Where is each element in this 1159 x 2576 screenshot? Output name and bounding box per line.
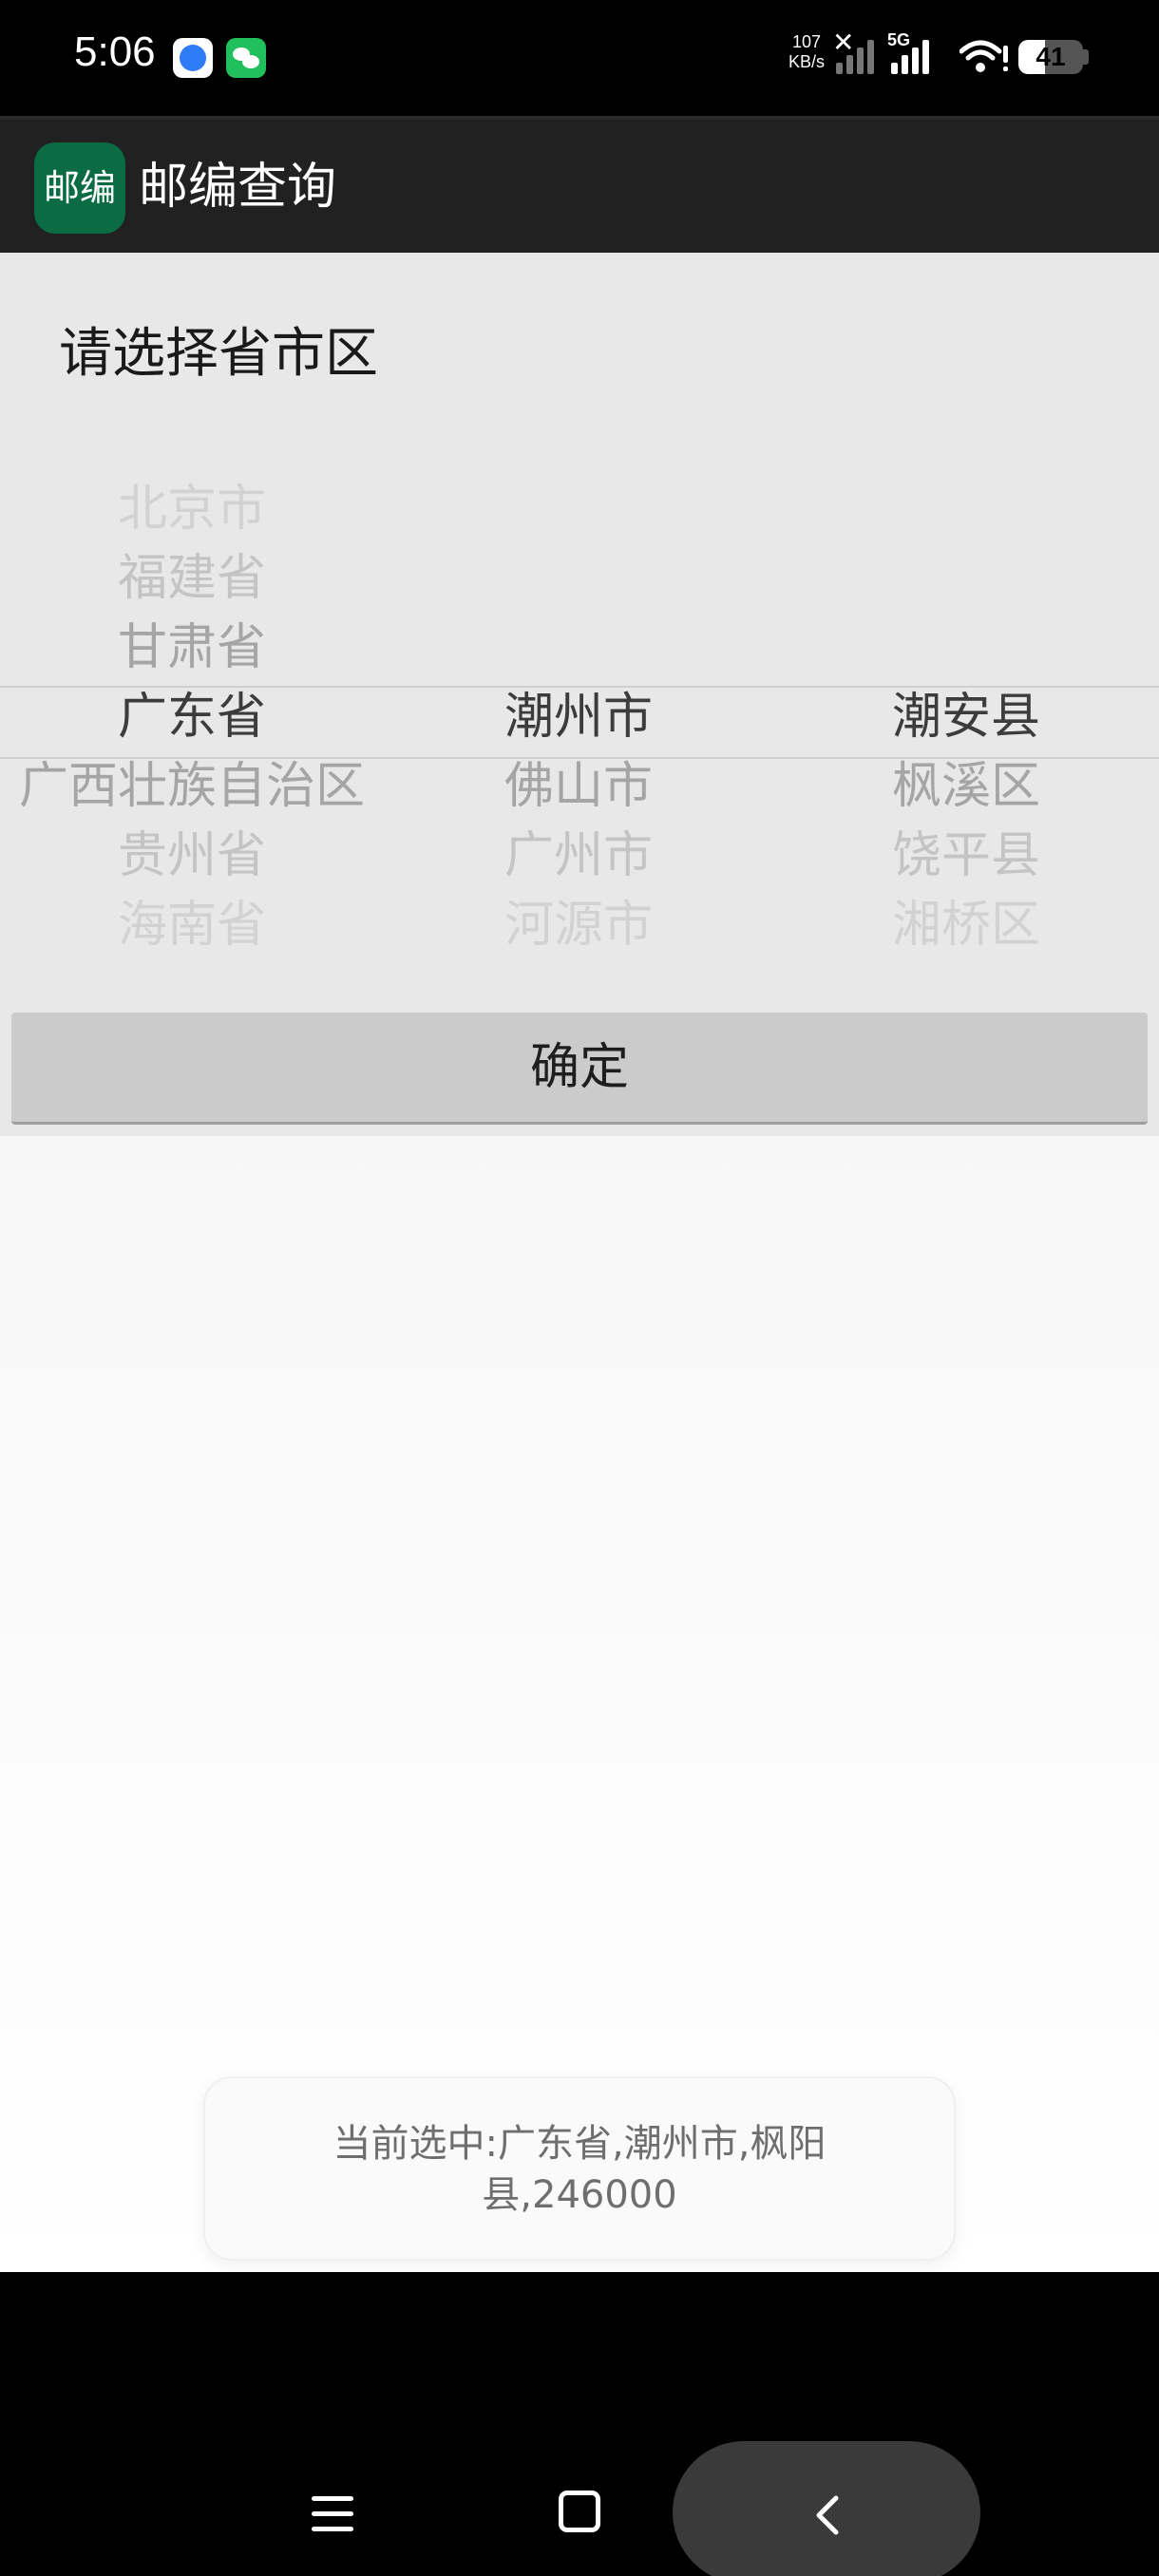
app-title: 邮编查询 bbox=[139, 159, 337, 216]
app-logo-icon: 邮编 bbox=[34, 142, 125, 234]
network-speed: 107 KB/s bbox=[785, 32, 828, 72]
status-bar: 5:06 107 KB/s ✕ 5G 41 bbox=[0, 0, 1159, 116]
picker-prompt: 请选择省市区 bbox=[59, 323, 378, 385]
status-time: 5:06 bbox=[74, 28, 156, 75]
city-empty-slot bbox=[384, 614, 773, 683]
province-option[interactable]: 福建省 bbox=[0, 544, 384, 614]
district-option[interactable]: 湘桥区 bbox=[773, 891, 1159, 960]
district-option[interactable]: 枫溪区 bbox=[773, 752, 1159, 822]
city-option[interactable]: 广州市 bbox=[384, 822, 773, 891]
network-speed-unit: KB/s bbox=[788, 52, 825, 71]
region-picker-panel: 请选择省市区 北京市 福建省 甘肃省 广东省 广西壮族自治区 贵州省 海南省 潮… bbox=[0, 253, 1159, 1136]
city-selected[interactable]: 潮州市 bbox=[384, 683, 773, 752]
navigation-bar bbox=[0, 2272, 1159, 2576]
district-wheel[interactable]: 潮安县 枫溪区 饶平县 湘桥区 bbox=[773, 475, 1159, 1007]
province-option[interactable]: 北京市 bbox=[0, 475, 384, 544]
selection-toast: 当前选中:广东省,潮州市,枫阳县,246000 bbox=[203, 2076, 956, 2261]
network-type-label: 5G bbox=[887, 30, 911, 49]
district-selected[interactable]: 潮安县 bbox=[773, 683, 1159, 752]
district-empty-slot bbox=[773, 475, 1159, 544]
battery-icon: 41 bbox=[1018, 40, 1083, 74]
back-icon[interactable] bbox=[808, 2494, 849, 2536]
main-content: 请选择省市区 北京市 福建省 甘肃省 广东省 广西壮族自治区 贵州省 海南省 潮… bbox=[0, 253, 1159, 2272]
wifi-icon bbox=[960, 40, 1008, 72]
province-selected[interactable]: 广东省 bbox=[0, 683, 384, 752]
district-option[interactable]: 饶平县 bbox=[773, 822, 1159, 891]
battery-level: 41 bbox=[1036, 42, 1066, 71]
district-empty-slot bbox=[773, 614, 1159, 683]
province-wheel[interactable]: 北京市 福建省 甘肃省 广东省 广西壮族自治区 贵州省 海南省 bbox=[0, 475, 384, 1007]
city-wheel[interactable]: 潮州市 佛山市 广州市 河源市 bbox=[384, 475, 773, 1007]
confirm-button[interactable]: 确定 bbox=[11, 1013, 1148, 1125]
province-option[interactable]: 甘肃省 bbox=[0, 614, 384, 683]
app-bar: 邮编 邮编查询 bbox=[0, 116, 1159, 253]
no-sim-icon: ✕ bbox=[832, 27, 855, 58]
province-option[interactable]: 海南省 bbox=[0, 891, 384, 960]
city-option[interactable]: 河源市 bbox=[384, 891, 773, 960]
city-option[interactable]: 佛山市 bbox=[384, 752, 773, 822]
network-speed-value: 107 bbox=[791, 32, 822, 51]
district-empty-slot bbox=[773, 544, 1159, 614]
home-icon[interactable] bbox=[559, 2491, 600, 2532]
city-empty-slot bbox=[384, 475, 773, 544]
province-option[interactable]: 贵州省 bbox=[0, 822, 384, 891]
wechat-app-icon bbox=[226, 38, 266, 78]
battery-tip bbox=[1083, 49, 1089, 65]
city-empty-slot bbox=[384, 544, 773, 614]
menu-icon[interactable] bbox=[306, 2492, 359, 2538]
province-option[interactable]: 广西壮族自治区 bbox=[0, 752, 384, 822]
browser-app-icon bbox=[173, 38, 213, 78]
